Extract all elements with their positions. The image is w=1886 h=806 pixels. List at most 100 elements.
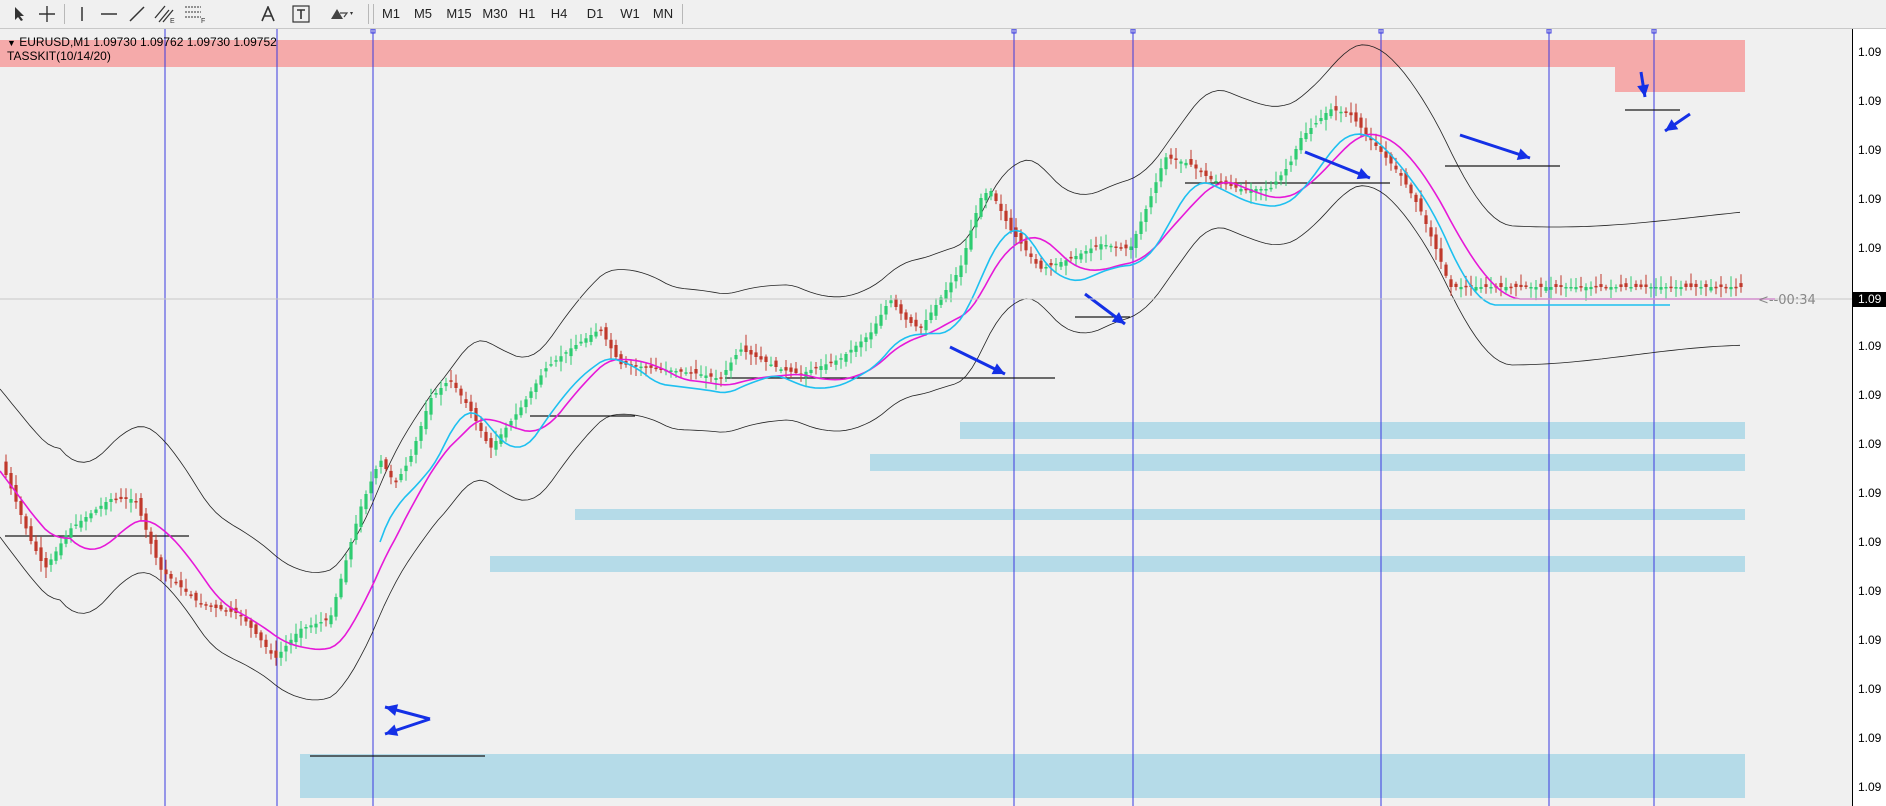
candle-body [84,517,88,522]
candle-body [1709,287,1713,291]
text-label-icon[interactable] [290,3,312,25]
candle-body [329,615,333,625]
candle-body [459,388,463,396]
candle-body [704,375,708,378]
candle-body [64,535,68,544]
demand-zone [870,454,1745,471]
fibonacci-icon[interactable]: F [182,3,208,25]
channel-icon[interactable]: E [152,3,178,25]
candle-body [834,360,838,365]
chart-window[interactable]: ▼ EURUSD,M1 1.09730 1.09762 1.09730 1.09… [0,29,1886,806]
timeframe-w1-button[interactable]: W1 [616,3,644,25]
collapse-triangle-icon[interactable]: ▼ [7,38,16,48]
timeframe-mn-button[interactable]: MN [648,3,678,25]
candle-body [854,345,858,352]
horizontal-line-icon[interactable] [98,3,120,25]
candle-body [599,329,603,332]
price-axis-label: 1.09 [1858,241,1882,255]
candle-body [634,365,638,367]
candle-body [1209,175,1213,180]
shapes-icon[interactable] [326,3,358,25]
timeframe-h1-button[interactable]: H1 [514,3,540,25]
toolbar-separator [64,4,65,24]
candle-body [119,496,123,499]
candle-body [754,352,758,357]
timeframe-m5-button[interactable]: M5 [410,3,436,25]
candle-body [1634,283,1638,287]
candle-body [1269,187,1273,190]
timeframe-m30-button[interactable]: M30 [478,3,512,25]
candle-body [1194,164,1198,169]
candle-body [219,605,223,610]
timeframe-d1-button[interactable]: D1 [582,3,608,25]
candle-body [1119,247,1123,249]
candle-body [1169,154,1173,159]
candle-body [604,327,608,340]
price-axis-label: 1.09 [1858,437,1882,451]
timeframe-m1-button[interactable]: M1 [378,3,404,25]
vertical-line-icon[interactable] [72,3,92,25]
demand-zone [575,509,1745,520]
candle-body [404,465,408,472]
candle-body [864,337,868,342]
cursor-arrow-icon[interactable] [10,3,30,25]
candle-body [1104,245,1108,247]
candle-body [184,588,188,592]
crosshair-icon[interactable] [36,3,58,25]
candle-body [304,627,308,629]
candle-body [204,604,208,606]
price-axis[interactable]: 1.09 1.09 1.09 1.09 1.09 1.09 1.09 1.09 … [1852,29,1886,806]
candle-body [1544,287,1548,291]
candle-body [1664,287,1668,289]
candle-body [1099,244,1103,250]
candle-body [1399,173,1403,176]
candle-body [429,398,433,415]
candle-body [1619,284,1623,287]
candle-body [1594,285,1598,288]
text-icon[interactable] [258,3,278,25]
candle-body [239,614,243,617]
candle-body [489,438,493,448]
price-axis-label: 1.09 [1858,682,1882,696]
candle-body [1644,284,1648,287]
timeframe-h4-button[interactable]: H4 [546,3,572,25]
candle-body [74,524,78,526]
timeframe-m15-button[interactable]: M15 [442,3,476,25]
symbol-ohlc-text: EURUSD,M1 1.09730 1.09762 1.09730 1.0975… [19,35,277,49]
candle-body [214,604,218,608]
candle-body [824,364,828,370]
supply-zone [1615,66,1745,92]
candle-body [564,352,568,354]
candle-body [269,650,273,654]
candle-body [1064,260,1068,266]
candle-body [1334,106,1338,111]
candle-body [1729,287,1733,290]
candle-body [1459,287,1463,290]
candle-body [109,499,113,502]
candle-body [1354,112,1358,122]
candle-body [1509,286,1513,289]
candle-body [674,371,678,373]
candle-body [1484,284,1488,287]
candle-body [354,523,358,540]
candle-body [259,632,263,641]
candle-body [359,506,363,527]
candle-body [1579,286,1583,288]
candle-body [1294,149,1298,160]
candle-body [249,620,253,628]
candle-body [529,391,533,398]
candle-body [94,509,98,513]
candle-body [1669,286,1673,289]
candle-body [1039,260,1043,269]
candle-body [1589,287,1593,290]
candle-body [1299,138,1303,151]
trendline-icon[interactable] [126,3,148,25]
candle-body [1034,259,1038,264]
svg-text:F: F [201,18,205,24]
candle-body [1319,118,1323,122]
candle-body [1154,182,1158,193]
candle-body [124,497,128,499]
candle-body [919,326,923,328]
price-chart[interactable] [0,29,1852,806]
candle-body [1074,256,1078,260]
